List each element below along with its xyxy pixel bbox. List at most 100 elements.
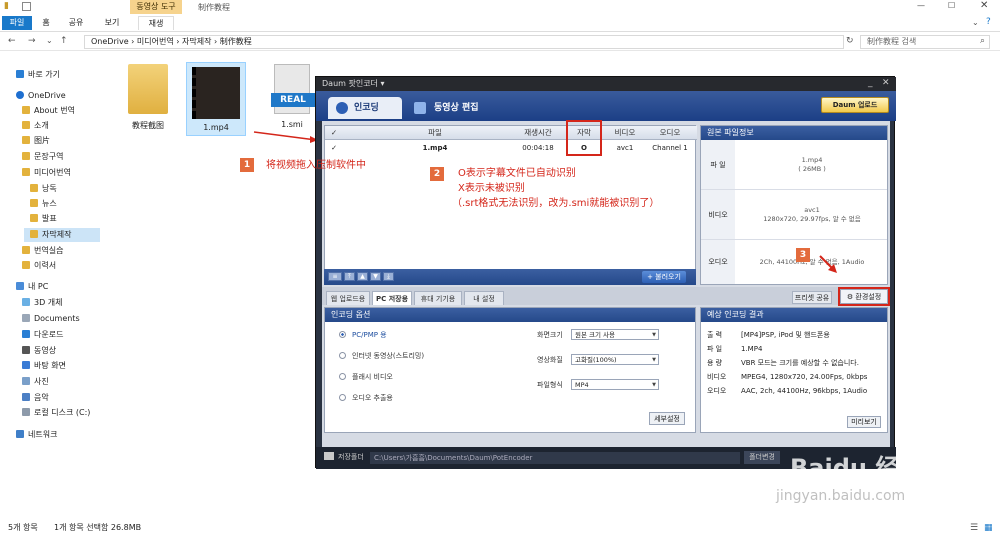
preview-button[interactable]: 미리보기 bbox=[847, 416, 881, 428]
encoder-toolbar: 인코딩 동영상 편집 bbox=[316, 91, 896, 121]
sidebar-item[interactable]: 낭독 bbox=[30, 182, 140, 196]
daum-upload-button[interactable]: Daum 업로드 bbox=[821, 97, 889, 113]
large-icons-view-icon[interactable]: ▦ bbox=[984, 520, 993, 536]
preset-share-button[interactable]: 프리셋 공유 bbox=[792, 291, 832, 304]
sidebar-item-selected[interactable]: 자막제작 bbox=[24, 228, 100, 242]
cube-icon bbox=[22, 298, 30, 306]
sidebar-item-network[interactable]: 네트워크 bbox=[16, 428, 126, 442]
search-icon[interactable]: ⌕ bbox=[980, 36, 985, 46]
tab-web-upload[interactable]: 웹 업로드용 bbox=[326, 291, 370, 305]
move-top-icon[interactable]: ⤒ bbox=[344, 272, 355, 281]
search-input[interactable]: 制作教程 검색 bbox=[860, 35, 990, 49]
move-down-icon[interactable]: ▼ bbox=[370, 272, 381, 281]
maximize-icon[interactable]: ☐ bbox=[948, 1, 955, 10]
row-file: 1.mp4 bbox=[422, 144, 448, 152]
sidebar-item[interactable]: 발표 bbox=[30, 212, 140, 226]
sidebar-item[interactable]: 번역실습 bbox=[22, 244, 132, 258]
option-flash[interactable]: 플래시 비디오 bbox=[339, 372, 393, 382]
move-up-icon[interactable]: ▲ bbox=[357, 272, 368, 281]
document-icon bbox=[22, 314, 30, 322]
sidebar-item[interactable]: 다운로드 bbox=[22, 328, 132, 342]
minimize-icon[interactable]: _ bbox=[868, 78, 873, 88]
forward-arrow-icon[interactable]: → bbox=[28, 36, 36, 46]
step-badge-2: 2 bbox=[430, 167, 444, 181]
option-audio-extract[interactable]: 오디오 추출용 bbox=[339, 393, 393, 403]
status-bar: 5개 항목 1개 항목 선택함 26.8MB ☰ ▦ bbox=[0, 520, 1000, 536]
add-file-button[interactable]: + 불러오기 bbox=[642, 271, 686, 283]
drive-icon bbox=[22, 408, 30, 416]
pointer-arrow bbox=[819, 255, 837, 273]
tab-mobile[interactable]: 휴대 기기용 bbox=[414, 291, 462, 305]
refresh-icon[interactable]: ↻ bbox=[846, 36, 854, 46]
format-select[interactable]: MP4 bbox=[571, 379, 659, 390]
sidebar-item[interactable]: 동영상 bbox=[22, 344, 132, 358]
file-list-toolbar: ≡ ⤒ ▲ ▼ ⤓ + 불러오기 bbox=[324, 269, 696, 285]
details-view-icon[interactable]: ☰ bbox=[970, 520, 978, 536]
sidebar-item[interactable]: 미디어번역 bbox=[22, 166, 132, 180]
sidebar-item[interactable]: About 번역 bbox=[22, 104, 132, 118]
table-row[interactable]: ✓ 1.mp4 00:04:18 O avc1 Channel 1 bbox=[325, 140, 695, 156]
sidebar-item[interactable]: 바탕 화면 bbox=[22, 359, 132, 373]
sidebar-item[interactable]: 음악 bbox=[22, 391, 132, 405]
breadcrumb-3[interactable]: 자막제작 bbox=[182, 37, 211, 46]
folder-icon bbox=[22, 106, 30, 114]
tab-file[interactable]: 파일 bbox=[2, 16, 32, 30]
check-all-icon[interactable]: ✓ bbox=[329, 126, 339, 140]
move-bottom-icon[interactable]: ⤓ bbox=[383, 272, 394, 281]
list-icon[interactable]: ≡ bbox=[328, 272, 342, 281]
breadcrumb-2[interactable]: 미디어번역 bbox=[137, 37, 174, 46]
help-icon[interactable]: ? bbox=[986, 17, 991, 27]
tab-my-settings[interactable]: 내 설정 bbox=[464, 291, 504, 305]
file-item-video[interactable]: 1.mp4 bbox=[186, 62, 246, 136]
sidebar-item[interactable]: 图片 bbox=[22, 134, 132, 148]
option-streaming[interactable]: 인터넷 동영상(스트리밍) bbox=[339, 351, 424, 361]
close-icon[interactable]: ✕ bbox=[882, 78, 890, 88]
tab-video-edit[interactable]: 동영상 편집 bbox=[408, 97, 504, 119]
sidebar-item[interactable]: 3D 개체 bbox=[22, 296, 132, 310]
tab-share[interactable]: 공유 bbox=[64, 16, 88, 30]
tab-encoding[interactable]: 인코딩 bbox=[328, 97, 402, 119]
sidebar-item[interactable]: 문장구역 bbox=[22, 150, 132, 164]
screen-size-select[interactable]: 원본 크기 사용 bbox=[571, 329, 659, 340]
close-icon[interactable]: ✕ bbox=[980, 0, 988, 11]
quality-select[interactable]: 고화질(100%) bbox=[571, 354, 659, 365]
chevron-down-icon[interactable]: ⌄ bbox=[972, 18, 979, 27]
encoding-options-panel: 인코딩 옵션 PC/PMP 용 인터넷 동영상(스트리밍) 플래시 비디오 오디… bbox=[324, 307, 696, 433]
sidebar-item-this-pc[interactable]: 내 PC bbox=[16, 280, 126, 294]
expect-header: 예상 인코딩 결과 bbox=[701, 308, 887, 322]
back-arrow-icon[interactable]: ← bbox=[8, 36, 16, 46]
sidebar-item[interactable]: 사진 bbox=[22, 375, 132, 389]
tab-pc-save[interactable]: PC 저장용 bbox=[372, 291, 412, 305]
up-arrow-icon[interactable]: ↑ bbox=[60, 36, 68, 46]
address-bar[interactable]: OneDrive › 미디어번역 › 자막제작 › 制作教程 bbox=[84, 35, 844, 49]
subtitle-file-icon: REAL bbox=[271, 64, 315, 114]
save-path[interactable]: C:\Users\가흠흠\Documents\Daum\PotEncoder bbox=[370, 452, 740, 464]
expect-row: 출 력 [MP4]PSP, iPod 및 핸드폰용 bbox=[707, 331, 830, 339]
folder-icon bbox=[22, 136, 30, 144]
sidebar-item-onedrive[interactable]: OneDrive bbox=[16, 89, 126, 103]
change-folder-button[interactable]: 폴더변경 bbox=[744, 451, 780, 464]
minimize-icon[interactable]: — bbox=[917, 1, 925, 10]
format-label: 파일형식 bbox=[537, 381, 563, 389]
sidebar-item[interactable]: 이력서 bbox=[22, 259, 132, 273]
tab-home[interactable]: 홈 bbox=[36, 16, 56, 30]
context-tab-video-tools[interactable]: 동영상 도구 bbox=[130, 0, 182, 14]
folder-icon bbox=[22, 121, 30, 129]
tab-play[interactable]: 재생 bbox=[138, 16, 174, 30]
sidebar-item[interactable]: 뉴스 bbox=[30, 197, 140, 211]
breadcrumb-1[interactable]: OneDrive bbox=[91, 37, 129, 46]
checkbox-icon[interactable] bbox=[22, 2, 31, 11]
sidebar-item[interactable]: Documents bbox=[22, 312, 132, 326]
breadcrumb-4[interactable]: 制作教程 bbox=[220, 37, 252, 46]
recent-chevron-icon[interactable]: ⌄ bbox=[46, 36, 53, 45]
sidebar-item-quick-access[interactable]: 바로 가기 bbox=[16, 68, 126, 82]
option-pc-pmp[interactable]: PC/PMP 용 bbox=[339, 330, 387, 340]
tab-view[interactable]: 보기 bbox=[100, 16, 124, 30]
sidebar-item[interactable]: 소개 bbox=[22, 119, 132, 133]
row-duration: 00:04:18 bbox=[522, 144, 554, 152]
detail-settings-button[interactable]: 세부설정 bbox=[649, 412, 685, 425]
step-badge-1: 1 bbox=[240, 158, 254, 172]
sidebar-item[interactable]: 로컬 디스크 (C:) bbox=[22, 406, 132, 420]
file-item-folder[interactable]: 教程截图 bbox=[118, 64, 178, 138]
row-check-icon[interactable]: ✓ bbox=[329, 140, 339, 156]
